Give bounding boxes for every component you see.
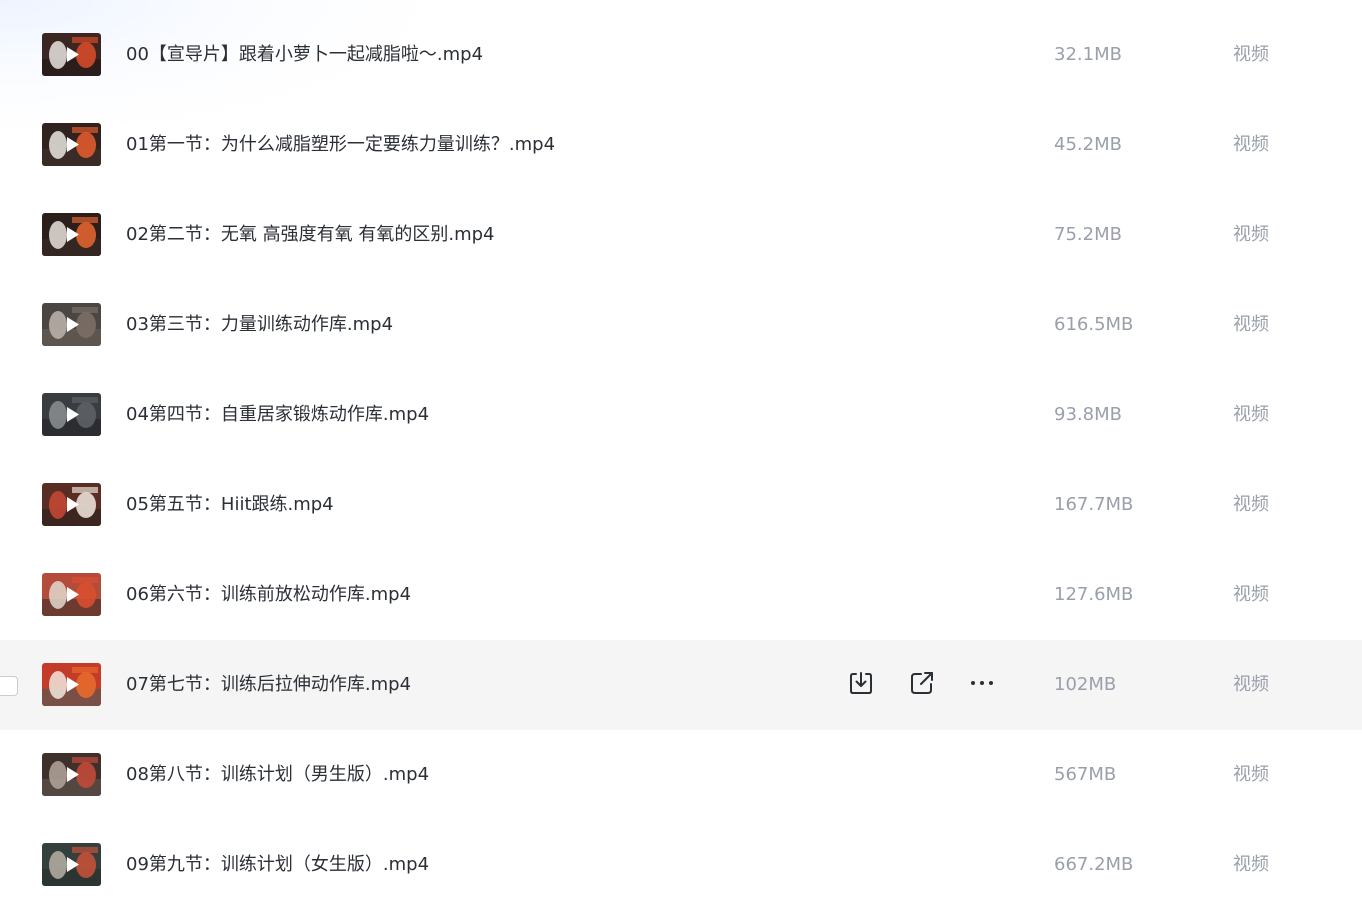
- file-row[interactable]: 00【宣导片】跟着小萝卜一起减脂啦～.mp4 32.1MB 视频: [0, 10, 1362, 100]
- video-thumbnail[interactable]: [42, 663, 101, 706]
- video-thumbnail[interactable]: [42, 123, 101, 166]
- play-icon: [64, 316, 81, 333]
- file-name[interactable]: 02第二节：无氧 高强度有氧 有氧的区别.mp4: [126, 222, 494, 248]
- download-icon: [847, 669, 875, 701]
- file-name[interactable]: 09第九节：训练计划（女生版）.mp4: [126, 852, 429, 878]
- file-name[interactable]: 05第五节：Hiit跟练.mp4: [126, 492, 334, 518]
- play-icon: [64, 46, 81, 63]
- file-type: 视频: [1233, 854, 1269, 875]
- file-row[interactable]: 01第一节：为什么减脂塑形一定要练力量训练？.mp4 45.2MB 视频: [0, 100, 1362, 190]
- file-size: 102MB: [1054, 674, 1117, 695]
- video-thumbnail[interactable]: [42, 393, 101, 436]
- file-size: 616.5MB: [1054, 314, 1134, 335]
- more-button[interactable]: [967, 670, 997, 700]
- file-size: 75.2MB: [1054, 224, 1122, 245]
- share-icon: [908, 669, 936, 701]
- video-thumbnail[interactable]: [42, 213, 101, 256]
- file-name[interactable]: 04第四节：自重居家锻炼动作库.mp4: [126, 402, 429, 428]
- file-name[interactable]: 00【宣导片】跟着小萝卜一起减脂啦～.mp4: [126, 42, 483, 68]
- file-list: 00【宣导片】跟着小萝卜一起减脂啦～.mp4 32.1MB 视频 01第一节：为什么减…: [0, 10, 1362, 903]
- file-type: 视频: [1233, 44, 1269, 65]
- play-icon: [64, 586, 81, 603]
- more-icon: [968, 669, 996, 701]
- play-icon: [64, 856, 81, 873]
- file-size: 93.8MB: [1054, 404, 1122, 425]
- play-icon: [64, 136, 81, 153]
- file-size: 567MB: [1054, 764, 1117, 785]
- select-checkbox[interactable]: [0, 676, 18, 696]
- file-row[interactable]: 03第三节：力量训练动作库.mp4 616.5MB 视频: [0, 280, 1362, 370]
- play-icon: [64, 406, 81, 423]
- file-row[interactable]: 04第四节：自重居家锻炼动作库.mp4 93.8MB 视频: [0, 370, 1362, 460]
- play-icon: [64, 226, 81, 243]
- file-size: 167.7MB: [1054, 494, 1134, 515]
- file-type: 视频: [1233, 314, 1269, 335]
- share-button[interactable]: [907, 670, 937, 700]
- file-type: 视频: [1233, 494, 1269, 515]
- file-size: 667.2MB: [1054, 854, 1134, 875]
- row-actions: [846, 670, 1006, 700]
- file-name[interactable]: 06第六节：训练前放松动作库.mp4: [126, 582, 411, 608]
- play-icon: [64, 766, 81, 783]
- video-thumbnail[interactable]: [42, 753, 101, 796]
- file-size: 45.2MB: [1054, 134, 1122, 155]
- video-thumbnail[interactable]: [42, 483, 101, 526]
- download-button[interactable]: [846, 670, 876, 700]
- file-type: 视频: [1233, 404, 1269, 425]
- video-thumbnail[interactable]: [42, 573, 101, 616]
- file-row[interactable]: 06第六节：训练前放松动作库.mp4 127.6MB 视频: [0, 550, 1362, 640]
- file-row[interactable]: 08第八节：训练计划（男生版）.mp4 567MB 视频: [0, 730, 1362, 820]
- file-name[interactable]: 07第七节：训练后拉伸动作库.mp4: [126, 672, 411, 698]
- file-size: 32.1MB: [1054, 44, 1122, 65]
- file-row[interactable]: 05第五节：Hiit跟练.mp4 167.7MB 视频: [0, 460, 1362, 550]
- video-thumbnail[interactable]: [42, 843, 101, 886]
- file-row[interactable]: 02第二节：无氧 高强度有氧 有氧的区别.mp4 75.2MB 视频: [0, 190, 1362, 280]
- file-row[interactable]: 07第七节：训练后拉伸动作库.mp4 102MB 视频: [0, 640, 1362, 730]
- play-icon: [64, 676, 81, 693]
- file-type: 视频: [1233, 224, 1269, 245]
- file-type: 视频: [1233, 584, 1269, 605]
- file-type: 视频: [1233, 134, 1269, 155]
- file-name[interactable]: 03第三节：力量训练动作库.mp4: [126, 312, 393, 338]
- file-type: 视频: [1233, 674, 1269, 695]
- file-name[interactable]: 08第八节：训练计划（男生版）.mp4: [126, 762, 429, 788]
- video-thumbnail[interactable]: [42, 303, 101, 346]
- file-name[interactable]: 01第一节：为什么减脂塑形一定要练力量训练？.mp4: [126, 132, 555, 158]
- play-icon: [64, 496, 81, 513]
- file-row[interactable]: 09第九节：训练计划（女生版）.mp4 667.2MB 视频: [0, 820, 1362, 903]
- file-size: 127.6MB: [1054, 584, 1134, 605]
- file-type: 视频: [1233, 764, 1269, 785]
- video-thumbnail[interactable]: [42, 33, 101, 76]
- file-list-page: 00【宣导片】跟着小萝卜一起减脂啦～.mp4 32.1MB 视频 01第一节：为什么减…: [0, 0, 1362, 903]
